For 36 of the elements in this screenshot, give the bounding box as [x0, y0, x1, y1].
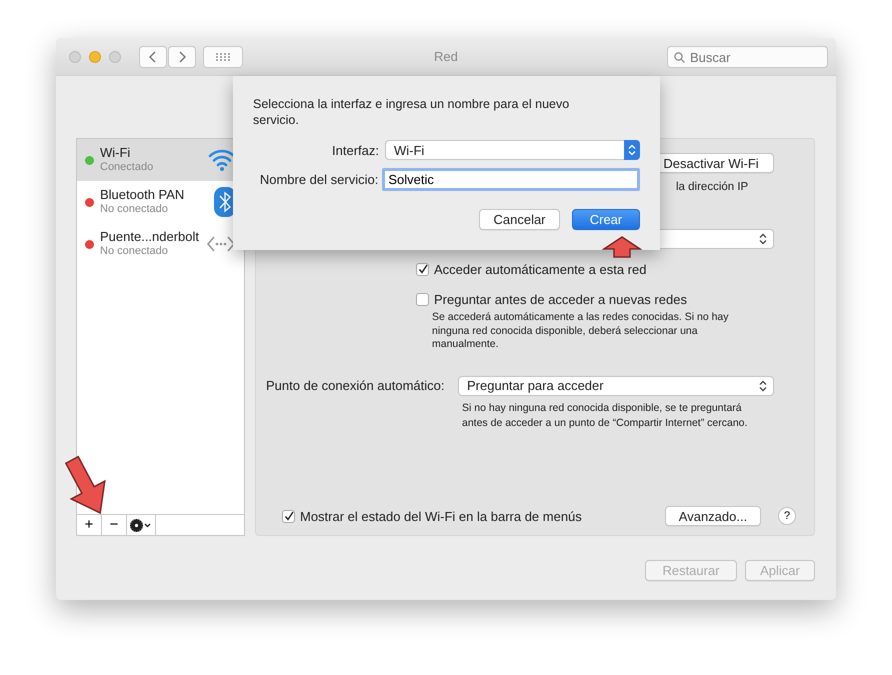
- interface-label: Interfaz:: [331, 142, 379, 158]
- service-name-field[interactable]: Solvetic: [382, 168, 640, 191]
- checkbox[interactable]: [282, 510, 295, 522]
- updown-arrows-icon: [628, 144, 636, 156]
- grid-icon: [215, 52, 231, 62]
- updown-arrows-icon: [759, 380, 767, 392]
- hotspot-popup[interactable]: Preguntar para acceder: [458, 376, 774, 396]
- search-icon: [674, 52, 685, 63]
- connection-icon: [206, 234, 236, 254]
- grid-button[interactable]: [203, 46, 243, 68]
- forward-button[interactable]: [168, 46, 196, 68]
- interface-popup[interactable]: Wi-Fi: [385, 140, 640, 160]
- checkbox[interactable]: [416, 292, 429, 306]
- chevron-right-icon: [178, 50, 186, 62]
- help-text: Se accederá automáticamente a las redes conocidas. Si no hay ninguna red conocida disponible, deberá seleccionar una manualmente.: [432, 311, 730, 352]
- checkbox-label: Preguntar antes de acceder a nuevas redes: [434, 292, 687, 306]
- back-button[interactable]: [139, 46, 167, 68]
- checkbox[interactable]: [416, 262, 429, 276]
- chevron-left-icon: [149, 50, 157, 62]
- checkbox-label: Mostrar el estado del Wi-Fi en la barra de menús: [300, 508, 583, 524]
- ip-note: la dirección IP: [676, 181, 748, 193]
- service-name-label: Nombre del servicio:: [258, 172, 378, 187]
- search-field[interactable]: Buscar: [667, 46, 828, 68]
- updown-arrows-icon: [759, 233, 767, 245]
- help-button[interactable]: ?: [778, 507, 796, 525]
- arrow-icon: [602, 236, 642, 258]
- dialog-button[interactable]: Cancelar: [479, 209, 560, 230]
- hotspot-label: Punto de conexión automático:: [266, 378, 445, 393]
- dialog-message: Selecciona la interfaz e ingresa un nombre para el nuevo servicio.: [253, 96, 570, 128]
- checkbox-label: Acceder automáticamente a esta red: [434, 262, 646, 276]
- dialog-button[interactable]: Crear: [572, 209, 640, 230]
- help-text: Si no hay ninguna red conocida disponible, se te preguntará antes de acceder a un punto de “Compartir Internet” cercano.: [462, 400, 748, 430]
- wifi-icon: [208, 148, 236, 172]
- advanced-button[interactable]: Avanzado...: [665, 506, 761, 526]
- window-title: Red: [434, 49, 458, 64]
- action-menu-button[interactable]: [127, 515, 156, 535]
